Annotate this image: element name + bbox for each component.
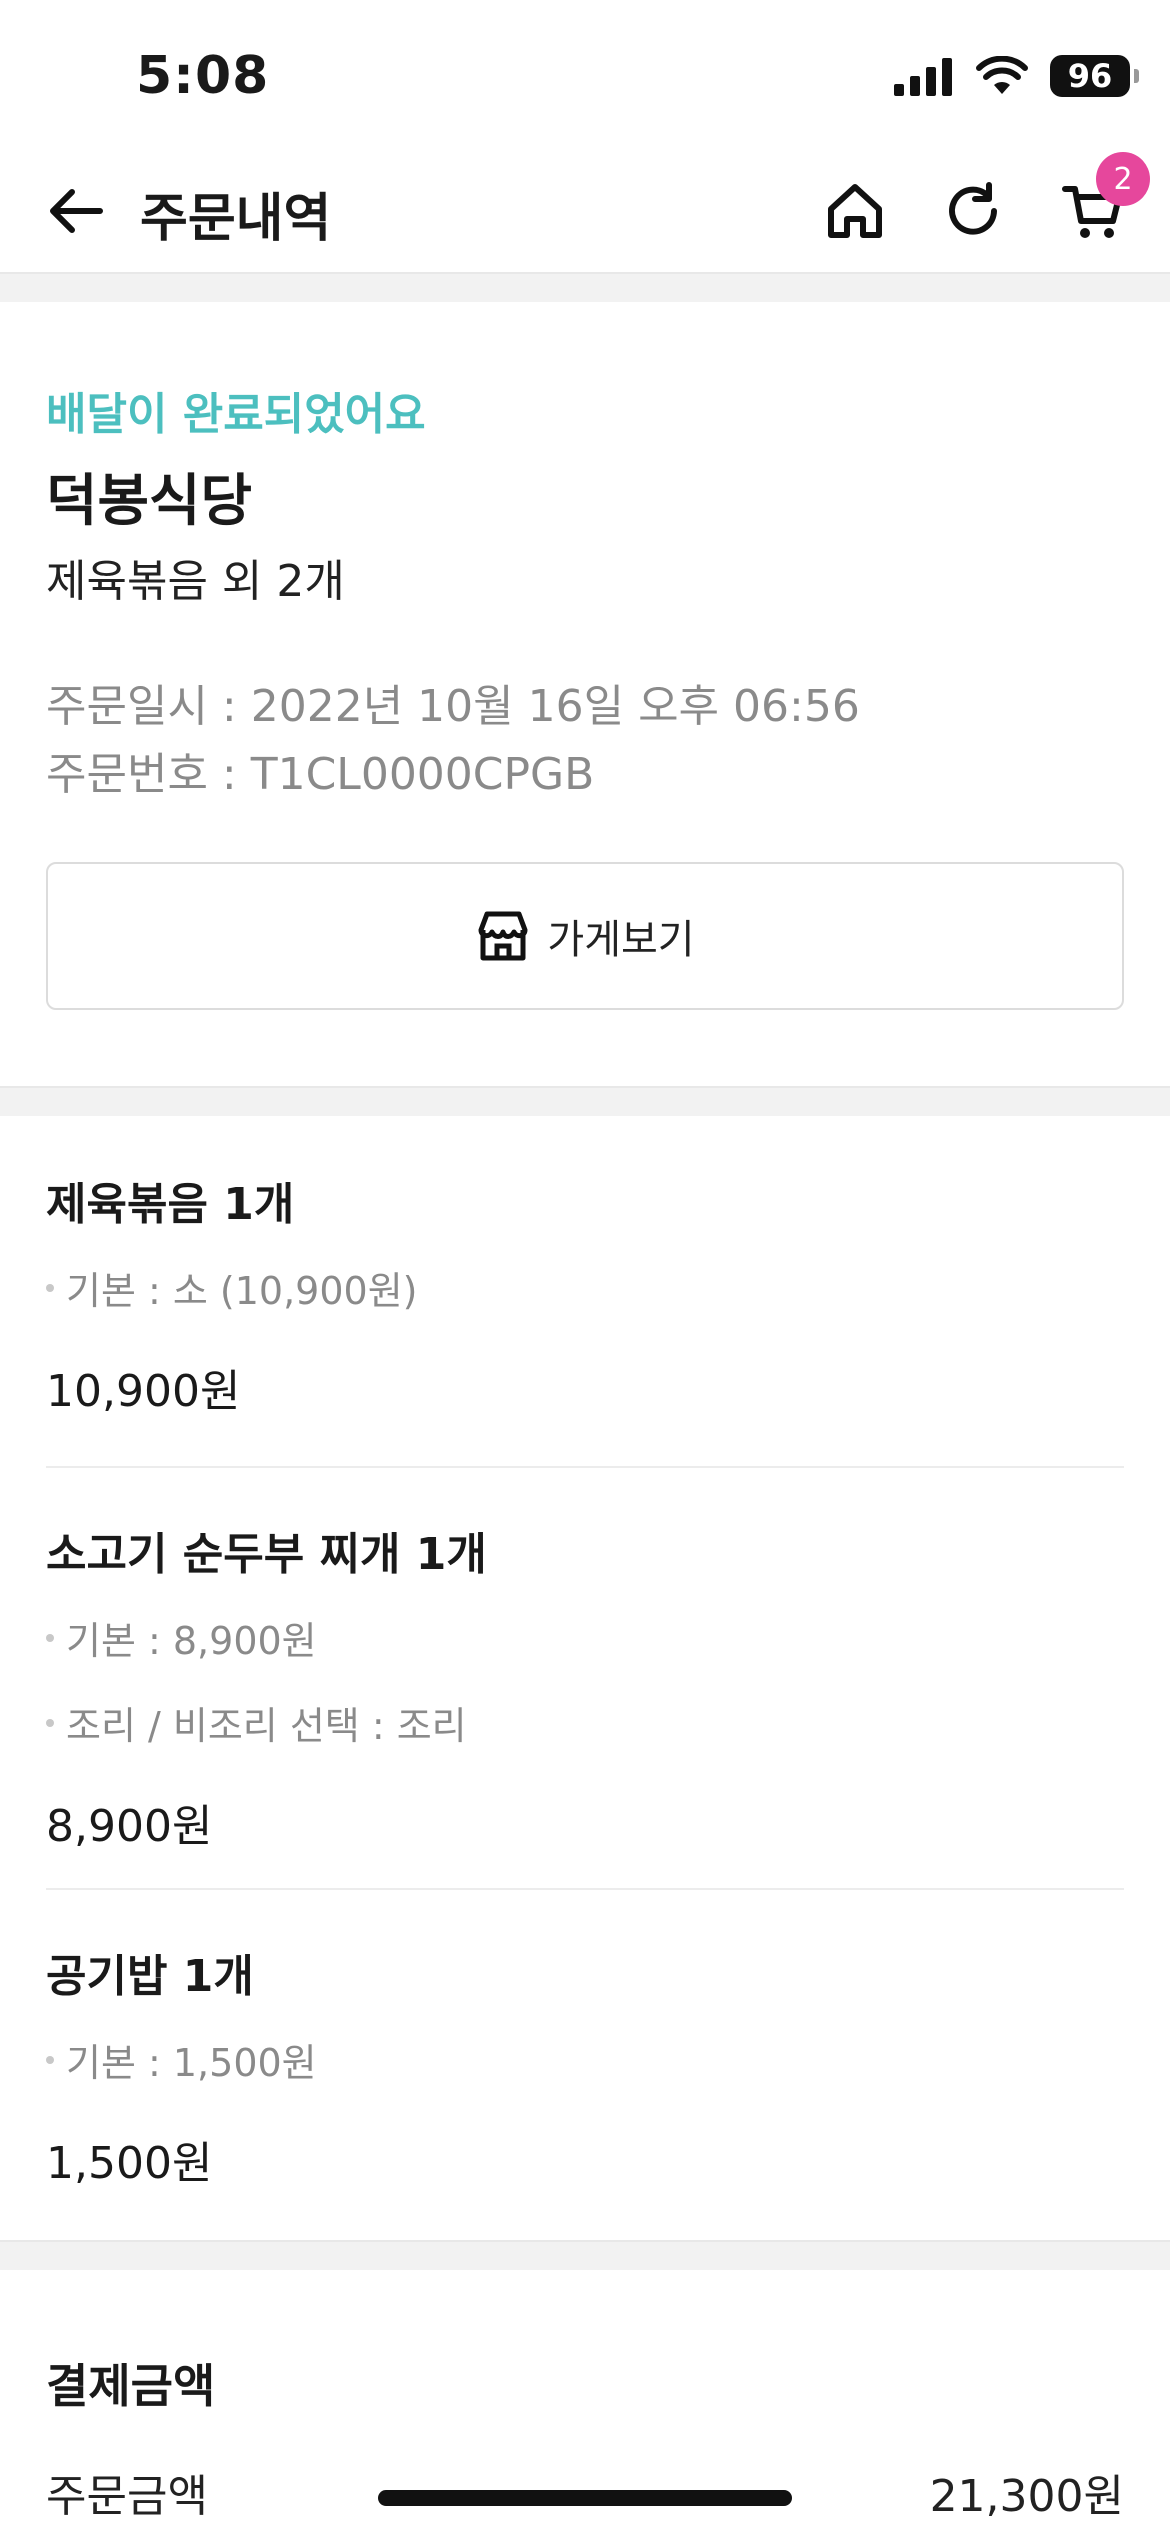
menu-item-option: 기본 : 1,500원 [46, 2032, 1124, 2087]
refresh-icon [949, 182, 997, 235]
refresh-button[interactable] [936, 174, 1010, 248]
status-bar: 5:08 96 [0, 0, 1170, 150]
battery-indicator: 96 [1050, 55, 1139, 97]
view-store-button[interactable]: 가게보기 [46, 862, 1124, 1010]
section-divider [0, 272, 1170, 302]
battery-level: 96 [1067, 57, 1113, 95]
menu-item-price: 1,500원 [46, 2138, 213, 2189]
option-text: 조리 / 비조리 선택 : 조리 [66, 1704, 467, 1748]
home-button[interactable] [818, 174, 892, 248]
order-date: 주문일시 : 2022년 10월 16일 오후 06:56 [46, 681, 860, 732]
option-text: 기본 : 1,500원 [66, 2041, 317, 2085]
option-text: 기본 : 8,900원 [66, 1619, 317, 1663]
payment-section-title: 결제금액 [46, 2359, 216, 2413]
delivery-status: 배달이 완료되었어요 [46, 389, 426, 440]
cellular-signal-icon [894, 58, 952, 96]
order-history-screen: 5:08 96 주문내역 2 배달이 완료되었어요 덕봉식당 제육볶음 외 2개… [0, 0, 1170, 2532]
menu-item-name: 소고기 순두부 찌개 1개 [46, 1529, 487, 1580]
status-time: 5:08 [136, 46, 270, 106]
back-button[interactable] [40, 180, 112, 242]
section-divider [0, 1086, 1170, 1116]
store-name: 덕봉식당 [46, 469, 253, 534]
bullet-icon [46, 1718, 54, 1727]
menu-item-price: 10,900원 [46, 1366, 241, 1417]
cart-count-badge: 2 [1096, 152, 1150, 206]
menu-item-option: 기본 : 소 (10,900원) [46, 1260, 1124, 1315]
wifi-icon [976, 56, 1028, 94]
battery-tip [1134, 69, 1139, 83]
item-divider [46, 1466, 1124, 1468]
menu-item: 공기밥 1개 기본 : 1,500원 1,500원 [46, 1940, 1124, 2191]
order-summary: 제육볶음 외 2개 [46, 556, 345, 607]
menu-item-name: 제육볶음 1개 [46, 1179, 295, 1230]
view-store-label: 가게보기 [547, 917, 695, 963]
menu-item-price: 8,900원 [46, 1801, 213, 1852]
menu-item-option: 기본 : 8,900원 [46, 1610, 1124, 1665]
item-divider [46, 1888, 1124, 1890]
home-indicator[interactable] [378, 2490, 792, 2506]
page-title: 주문내역 [140, 189, 332, 249]
menu-item-option: 조리 / 비조리 선택 : 조리 [46, 1695, 1124, 1750]
order-amount-label: 주문금액 [46, 2471, 208, 2522]
bullet-icon [46, 1283, 54, 1292]
store-icon [478, 911, 528, 961]
home-icon [828, 184, 882, 238]
arrow-left-icon [50, 189, 103, 233]
bullet-icon [46, 1633, 54, 1642]
menu-item-name: 공기밥 1개 [46, 1951, 254, 2002]
section-divider [0, 2240, 1170, 2270]
nav-bar: 주문내역 [0, 150, 1170, 272]
order-amount-value: 21,300원 [929, 2471, 1124, 2522]
option-text: 기본 : 소 (10,900원) [66, 1269, 418, 1313]
order-number: 주문번호 : T1CL0000CPGB [46, 749, 595, 800]
status-indicators: 96 [894, 52, 1139, 100]
menu-item: 제육볶음 1개 기본 : 소 (10,900원) 10,900원 [46, 1168, 1124, 1419]
bullet-icon [46, 2055, 54, 2064]
menu-item: 소고기 순두부 찌개 1개 기본 : 8,900원 조리 / 비조리 선택 : … [46, 1518, 1124, 1854]
